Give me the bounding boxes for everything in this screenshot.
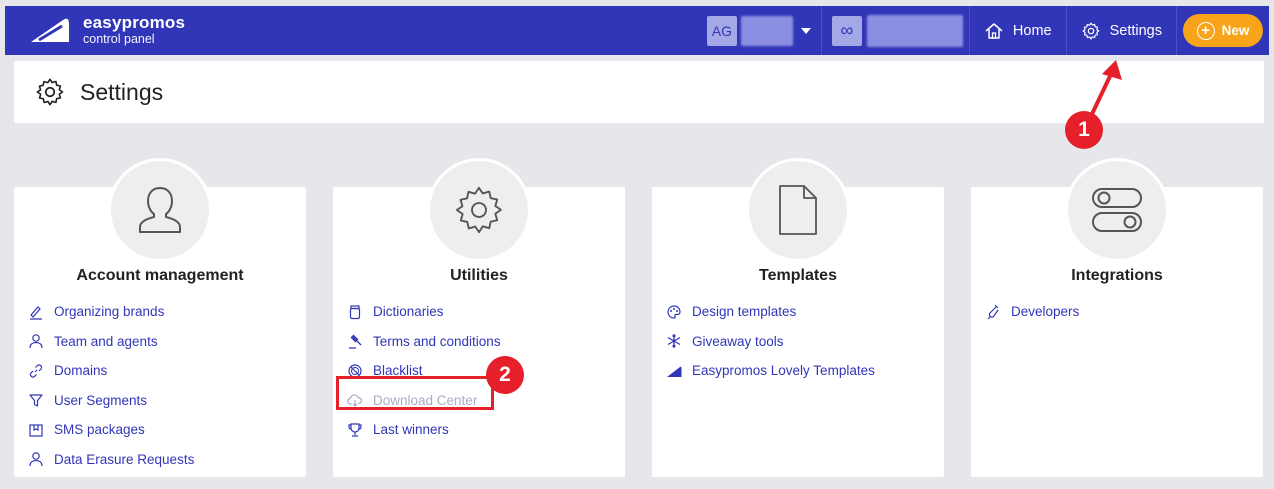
card-icon-circle [746,158,850,262]
card-utilities: Utilities Dictionaries Terms and conditi… [333,158,625,477]
user-icon [28,451,44,467]
triangle-icon [666,363,682,379]
account-avatar: AG [706,15,737,46]
toggle-icon [1092,188,1142,232]
gear-icon [455,186,502,234]
card-items: Design templates Giveaway tools Easyprom… [666,297,875,386]
settings-link-label: Settings [1109,22,1162,39]
user-icon [28,333,44,349]
menu-item-label: Data Erasure Requests [54,451,195,467]
account-name-redacted [740,15,793,46]
menu-item-label: Developers [1011,304,1080,320]
menu-item-sms-packages[interactable]: SMS packages [28,415,194,445]
menu-item-design-templates[interactable]: Design templates [666,297,875,327]
link-icon [28,363,44,379]
annotation-arrow [1090,60,1122,116]
package-icon [28,422,44,438]
trophy-icon [347,422,363,438]
card-integrations: Integrations Developers [971,158,1263,477]
signature-icon [28,304,44,320]
menu-item-label: Design templates [692,304,797,320]
new-button[interactable]: + New [1183,14,1263,47]
menu-item-label: Last winners [373,422,449,438]
jar-icon [347,304,363,320]
card-icon-circle [427,158,531,262]
menu-item-label: User Segments [54,392,148,408]
annotation-highlight-box [336,376,494,410]
card-icon-circle [1065,158,1169,262]
easypromos-logo-icon [31,18,69,42]
menu-item-label: SMS packages [54,422,145,438]
plus-icon: + [1196,21,1215,40]
annotation-badge-2: 2 [486,356,524,394]
menu-item-label: Terms and conditions [373,333,501,349]
menu-item-label: Giveaway tools [692,333,784,349]
flask-icon [985,304,1001,320]
user-icon [139,187,181,233]
card-account-management: Account management Organizing brands Tea… [14,158,306,477]
menu-item-dictionaries[interactable]: Dictionaries [347,297,501,327]
document-icon [779,185,817,235]
card-title: Integrations [1071,267,1163,284]
card-icon-circle [108,158,212,262]
menu-item-label: Easypromos Lovely Templates [692,363,875,379]
plan-selector[interactable]: ∞ [822,6,969,55]
palette-icon [666,304,682,320]
chevron-down-icon [800,27,811,34]
card-items: Dictionaries Terms and conditions Blackl… [347,297,501,445]
menu-item-label: Domains [54,363,108,379]
menu-item-domains[interactable]: Domains [28,356,194,386]
card-templates: Templates Design templates Giveaway tool… [652,158,944,477]
card-title: Templates [759,267,837,284]
gear-icon [36,78,64,106]
page-title: Settings [80,78,164,105]
menu-item-label: Organizing brands [54,304,165,320]
card-items: Organizing brands Team and agents Domain… [28,297,194,474]
snowflake-icon [666,333,682,349]
card-title: Utilities [450,267,508,284]
menu-item-label: Team and agents [54,333,158,349]
card-title: Account management [76,267,244,284]
top-navigation-bar: easypromos control panel AG ∞ Home Setti… [5,6,1269,55]
new-button-label: New [1221,23,1250,38]
home-link[interactable]: Home [970,6,1066,55]
filter-icon [28,392,44,408]
menu-item-giveaway-tools[interactable]: Giveaway tools [666,327,875,357]
menu-item-terms-and-conditions[interactable]: Terms and conditions [347,327,501,357]
gavel-icon [347,333,363,349]
home-icon [985,22,1003,39]
gear-icon [1082,22,1100,40]
settings-link[interactable]: Settings [1067,6,1176,55]
infinity-icon: ∞ [831,15,862,46]
menu-item-last-winners[interactable]: Last winners [347,415,501,445]
menu-item-label: Dictionaries [373,304,444,320]
home-link-label: Home [1012,22,1052,39]
plan-name-redacted [866,14,963,47]
annotation-badge-1: 1 [1065,111,1103,149]
brand-subtitle: control panel [83,31,155,46]
menu-item-data-erasure-requests[interactable]: Data Erasure Requests [28,445,194,475]
menu-item-user-segments[interactable]: User Segments [28,386,194,416]
divider [1176,6,1177,55]
account-switcher[interactable]: AG [706,6,821,55]
menu-item-organizing-brands[interactable]: Organizing brands [28,297,194,327]
brand[interactable]: easypromos control panel [5,14,305,46]
menu-item-easypromos-lovely-templates[interactable]: Easypromos Lovely Templates [666,356,875,386]
menu-item-team-and-agents[interactable]: Team and agents [28,327,194,357]
card-items: Developers [985,297,1079,327]
brand-name: easypromos [83,13,186,33]
menu-item-developers[interactable]: Developers [985,297,1079,327]
